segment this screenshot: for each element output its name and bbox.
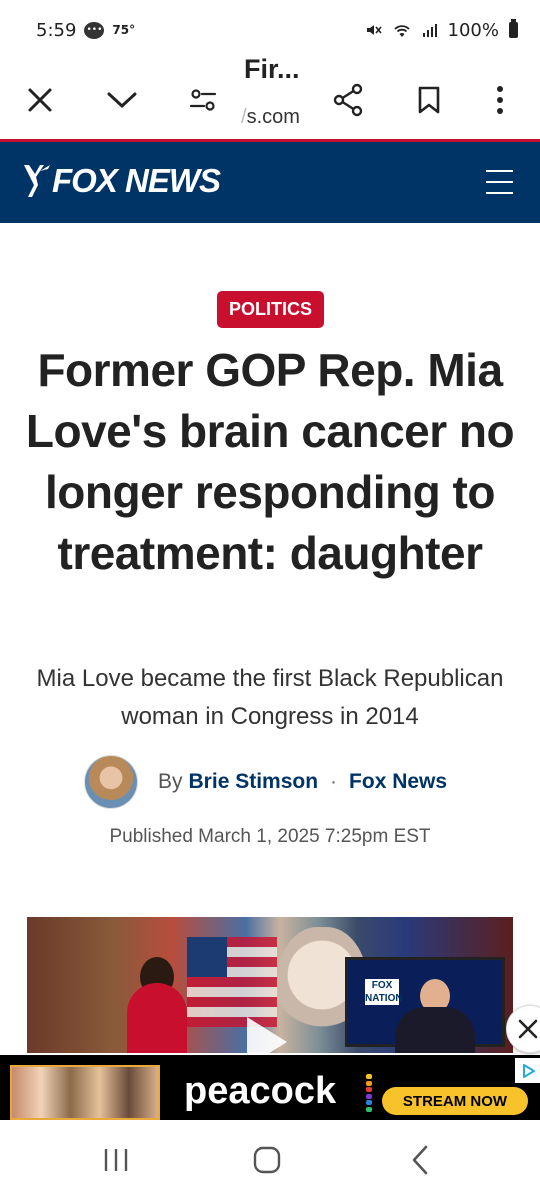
source-link[interactable]: Fox News — [349, 770, 447, 794]
video-person-left — [127, 983, 187, 1053]
share-button[interactable] — [330, 60, 366, 140]
ad-choices-button[interactable] — [515, 1058, 540, 1083]
ad-cta-button[interactable]: STREAM NOW — [382, 1087, 528, 1115]
close-icon — [28, 88, 52, 112]
article-subheadline: Mia Love became the first Black Republic… — [36, 665, 504, 730]
wifi-icon — [393, 25, 410, 37]
ad-logo-dots — [366, 1074, 372, 1112]
url-domain: s.com — [246, 106, 300, 128]
mute-icon — [366, 25, 382, 35]
byline-separator: · — [330, 770, 338, 793]
author-avatar[interactable] — [84, 755, 138, 809]
chevron-down-icon — [107, 92, 137, 108]
tune-icon — [189, 89, 217, 111]
more-vert-icon — [497, 86, 503, 114]
chat-bubble-icon: ••• — [84, 21, 105, 39]
system-nav-bar — [0, 1120, 540, 1200]
back-button[interactable] — [408, 1120, 432, 1200]
fox-logo-mark-icon — [24, 165, 50, 197]
home-button[interactable] — [250, 1120, 284, 1200]
bookmark-button[interactable] — [414, 60, 444, 140]
bookmark-icon — [418, 86, 440, 114]
video-player[interactable]: FOX NATION — [27, 917, 513, 1053]
url-text[interactable]: /s.com — [241, 106, 300, 129]
by-label: By — [158, 770, 183, 793]
site-logo-text: FOX NEWS — [52, 162, 221, 199]
clock: 5:59 — [36, 19, 77, 41]
article-headline: Former GOP Rep. Mia Love's brain cancer … — [25, 344, 515, 579]
home-icon — [253, 1146, 281, 1174]
close-tab-button[interactable] — [20, 60, 60, 140]
close-icon — [518, 1019, 538, 1039]
signal-icon — [422, 24, 437, 37]
menu-button[interactable] — [486, 170, 513, 194]
menu-icon — [486, 170, 513, 172]
minimize-button[interactable] — [104, 60, 140, 140]
site-logo[interactable]: FOX NEWS — [22, 162, 221, 200]
recents-button[interactable] — [100, 1120, 132, 1200]
byline: By Brie Stimson · Fox News — [84, 754, 447, 810]
published-date: Published March 1, 2025 7:25pm EST — [109, 826, 431, 847]
author-link[interactable]: Brie Stimson — [189, 770, 319, 794]
back-icon — [412, 1145, 428, 1175]
site-settings-button[interactable] — [188, 60, 218, 140]
battery-icon — [509, 19, 518, 38]
page-title[interactable]: Fir... — [244, 54, 300, 85]
share-icon — [333, 83, 363, 117]
more-options-button[interactable] — [490, 60, 510, 140]
video-person-right — [395, 1007, 475, 1053]
video-fox-nation-logo: FOX NATION — [365, 979, 403, 1005]
ad-brand: peacock — [184, 1070, 337, 1112]
play-icon[interactable] — [247, 1017, 287, 1053]
ad-choices-icon — [522, 1063, 535, 1078]
recents-icon — [104, 1149, 128, 1171]
battery-level: 100% — [447, 19, 499, 41]
category-badge[interactable]: POLITICS — [217, 291, 324, 328]
ad-image — [10, 1065, 160, 1120]
temperature: 75° — [112, 23, 136, 37]
status-bar: 5:59 ••• 75° 100% — [0, 0, 540, 60]
